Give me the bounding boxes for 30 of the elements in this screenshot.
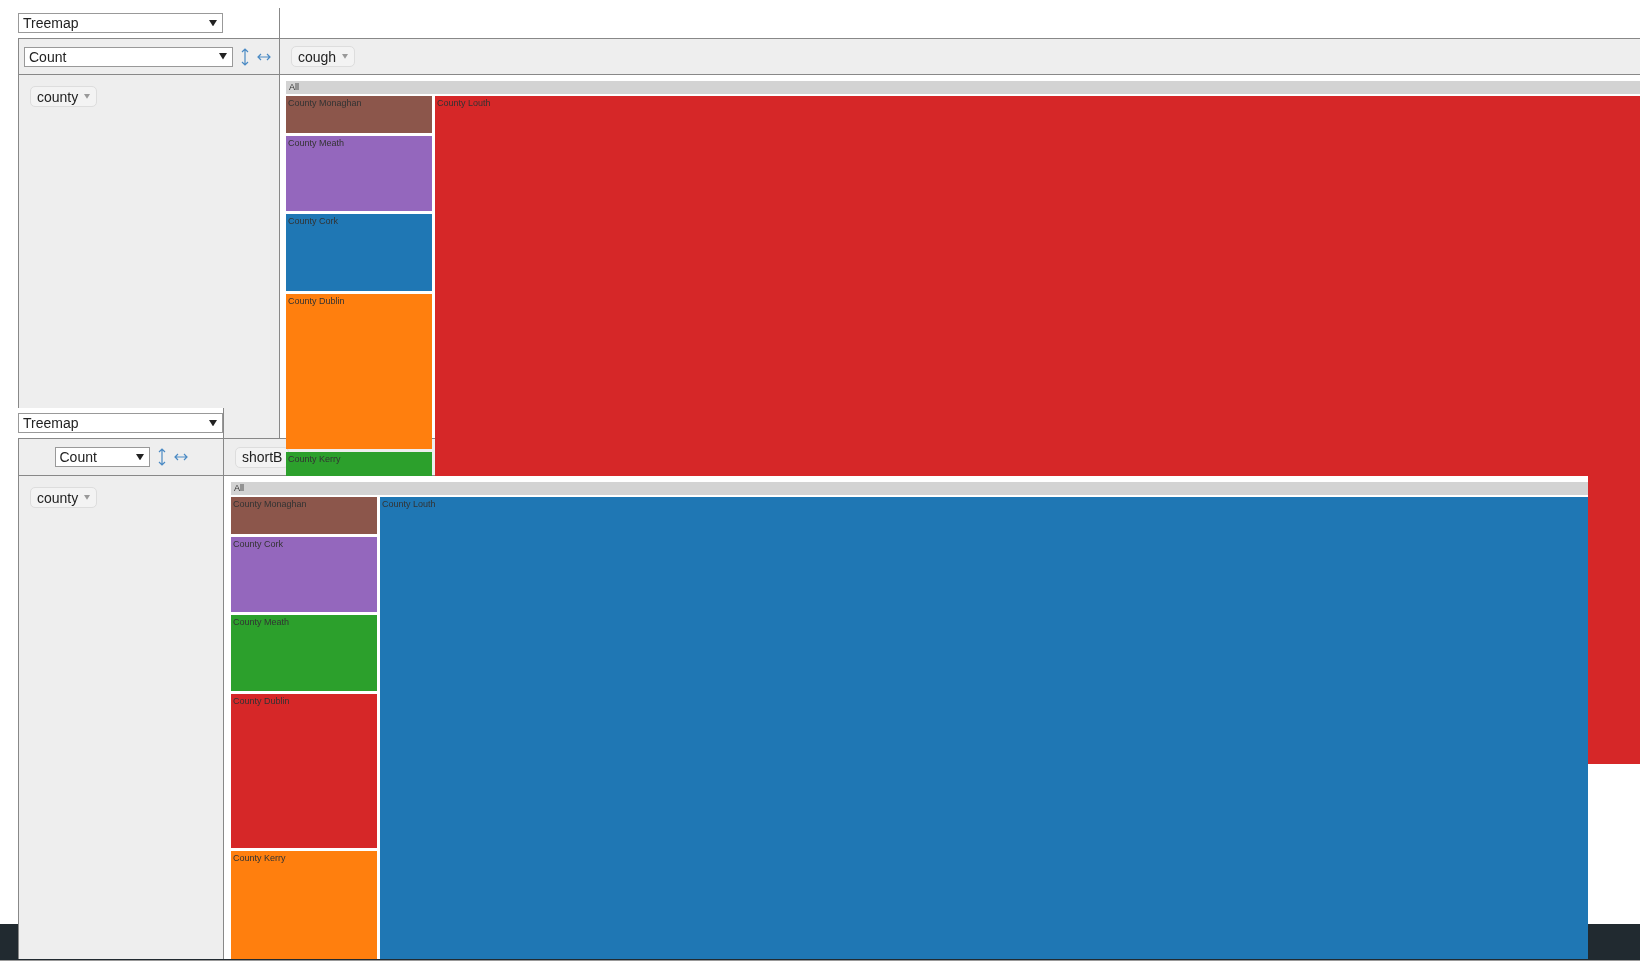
caret-icon	[84, 94, 91, 99]
caret-icon	[219, 53, 227, 60]
treemap-tile: County Meath	[231, 615, 377, 691]
renderer-select[interactable]: Treemap	[18, 13, 223, 33]
column-field-pill[interactable]: cough	[291, 46, 356, 67]
treemap-tile: County Cork	[286, 214, 432, 291]
sort-vertical-icon[interactable]	[241, 47, 249, 66]
treemap-tile: County Kerry	[231, 851, 377, 959]
treemap-tile: County Dublin	[286, 294, 432, 449]
caret-icon	[342, 54, 349, 59]
treemap-root: All	[286, 81, 1640, 94]
caret-icon	[209, 19, 217, 27]
aggregator-select[interactable]: Count	[54, 447, 150, 467]
sort-vertical-icon[interactable]	[157, 448, 166, 466]
treemap-tile: County Meath	[286, 136, 432, 211]
row-field-pill[interactable]: county	[30, 86, 98, 107]
treemap-tile: County Monaghan	[231, 497, 377, 534]
aggregator-select[interactable]: Count	[24, 46, 233, 67]
renderer-select[interactable]: Treemap	[18, 413, 223, 433]
treemap-tile: County Cork	[231, 537, 377, 612]
caret-icon	[84, 495, 91, 500]
row-field-pill[interactable]: county	[30, 487, 98, 508]
treemap-tile: County Louth	[380, 497, 1588, 959]
caret-icon	[135, 453, 144, 461]
sort-horizontal-icon[interactable]	[173, 453, 188, 461]
treemap-tile: County Monaghan	[286, 96, 432, 133]
caret-icon	[209, 419, 217, 427]
sort-horizontal-icon[interactable]	[257, 52, 271, 61]
treemap-tile: County Dublin	[231, 694, 377, 848]
treemap-root: All	[231, 482, 1588, 495]
